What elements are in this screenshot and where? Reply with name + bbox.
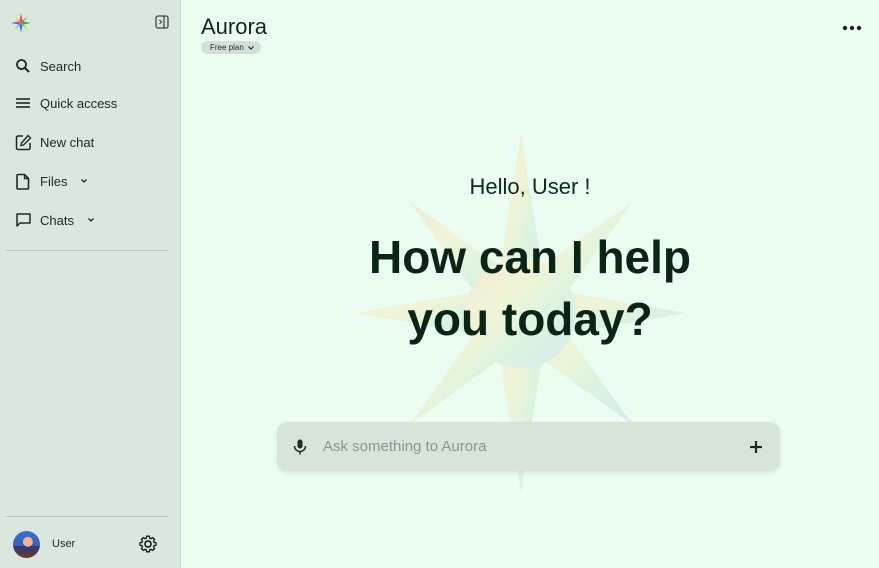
avatar[interactable] (13, 530, 40, 558)
search-icon (14, 57, 32, 75)
collapse-sidebar-icon[interactable] (154, 14, 170, 30)
sidebar-item-files[interactable]: Files (0, 163, 180, 199)
menu-icon (14, 94, 32, 112)
headline: How can I help you today? (181, 226, 879, 350)
chevron-down-icon (247, 44, 255, 52)
headline-line-1: How can I help (368, 231, 692, 283)
chat-composer (277, 422, 780, 471)
plan-selector[interactable]: Free plan (201, 41, 261, 54)
page-title: Aurora (201, 14, 268, 39)
user-profile[interactable]: User (13, 530, 158, 558)
chat-input[interactable] (323, 438, 748, 455)
chevron-down-icon (79, 176, 89, 186)
sidebar-item-search[interactable]: Search (0, 48, 180, 84)
sidebar-item-label: Chats (40, 212, 74, 228)
main-content: Aurora Free plan Hello, User ! How can I… (181, 0, 879, 568)
greeting-text: Hello, User ! (469, 174, 591, 199)
user-name: User (52, 538, 76, 550)
plus-icon[interactable] (748, 439, 764, 455)
sidebar-item-quick-access[interactable]: Quick access (0, 85, 180, 121)
sidebar-item-chats[interactable]: Chats (0, 202, 180, 238)
sidebar-header (10, 10, 170, 38)
sidebar-item-label: New chat (40, 134, 95, 150)
sidebar-divider (5, 250, 168, 251)
sidebar: Search Quick access New chat Files Chats… (0, 0, 181, 568)
edit-icon (14, 133, 32, 151)
sidebar-item-new-chat[interactable]: New chat (0, 124, 180, 160)
chat-icon (14, 211, 32, 229)
sidebar-item-label: Quick access (40, 95, 118, 111)
aurora-logo-icon (11, 13, 31, 33)
headline-line-2: you today? (407, 293, 653, 345)
gear-icon[interactable] (138, 534, 158, 554)
chevron-down-icon (86, 215, 96, 225)
sidebar-item-label: Files (40, 173, 68, 189)
more-options-icon[interactable] (841, 22, 863, 34)
file-icon (14, 172, 32, 190)
sidebar-nav: Search Quick access New chat Files Chats (0, 48, 180, 238)
sidebar-divider (5, 516, 168, 517)
app-root: Search Quick access New chat Files Chats… (0, 0, 879, 568)
microphone-icon[interactable] (291, 438, 309, 456)
sidebar-item-label: Search (40, 58, 82, 74)
plan-label: Free plan (210, 43, 244, 52)
